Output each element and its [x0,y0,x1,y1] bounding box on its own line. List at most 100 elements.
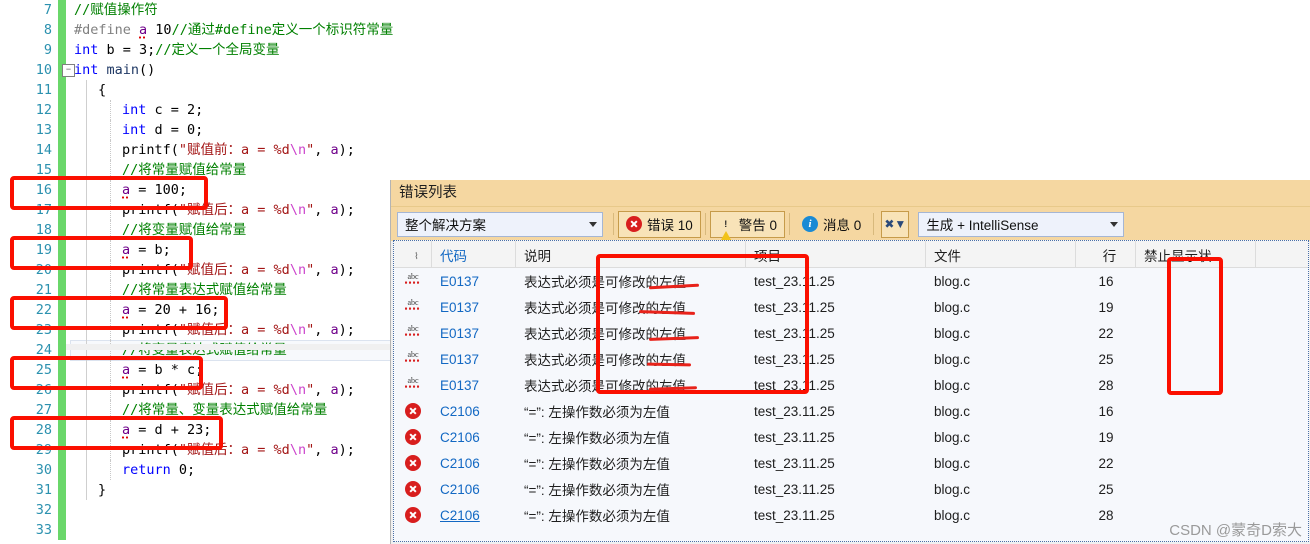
cell-code[interactable]: E0137 [432,300,516,315]
error-list-rows[interactable]: abc E0137 表达式必须是可修改的左值 test_23.11.25 blog.c 1… [394,268,1308,528]
cell-code[interactable]: E0137 [432,378,516,393]
code-line[interactable]: 13 int d = 0; [0,120,1310,140]
line-number: 10 [35,62,52,78]
cell-description: “=”: 左操作数必须为左值 [524,405,670,420]
code-line[interactable]: 15 //将常量赋值给常量 [0,160,1310,180]
column-header-code[interactable]: 代码 [432,241,516,267]
change-bar [58,280,66,300]
line-number: 13 [35,122,52,138]
change-bar [58,20,66,40]
line-number: 22 [35,302,52,318]
code-line-text: int d = 0; [122,120,203,140]
errors-filter-toggle[interactable]: 错误 10 [618,210,701,238]
cell-severity [394,507,432,523]
code-token: ); [338,202,355,218]
line-number: 20 [35,262,52,278]
cell-file: blog.c [934,299,971,315]
table-row[interactable]: abc E0137 表达式必须是可修改的左值 test_23.11.25 blog.c 1… [394,268,1308,294]
error-list-header-row[interactable]: ⌇ 代码 说明 项目 文件 行 禁止显示状 [394,241,1308,268]
table-row[interactable]: abc E0137 表达式必须是可修改的左值 test_23.11.25 blog.c 2… [394,320,1308,346]
cell-project: test_23.11.25 [754,429,835,445]
table-row[interactable]: abc E0137 表达式必须是可修改的左值 test_23.11.25 blog.c 2… [394,372,1308,398]
code-line-text: a = b * c; [122,360,203,380]
cell-severity [394,403,432,419]
indent-guide [110,100,112,120]
code-line-text: int main() [74,60,155,80]
column-header-label: 文件 [934,249,961,264]
table-row[interactable]: C2106 “=”: 左操作数必须为左值 test_23.11.25 blog.c 25 [394,476,1308,502]
change-bar [58,200,66,220]
intellisense-abc-icon: abc [402,272,424,290]
clear-filter-button[interactable]: ✖▼ [881,210,910,238]
cell-severity [394,481,432,497]
line-number: 33 [35,522,52,538]
code-line-text: printf("赋值后：a = %d\n", a); [122,440,355,460]
indent-guide [86,180,88,200]
code-token: a [330,442,339,458]
cell-file: blog.c [934,377,971,393]
indent-guide [86,420,88,440]
error-icon [405,403,421,419]
column-header-severity[interactable]: ⌇ [394,241,432,267]
cell-description: 表达式必须是可修改的左值 [524,301,686,316]
change-bar [58,0,66,20]
table-row[interactable]: C2106 “=”: 左操作数必须为左值 test_23.11.25 blog.c 22 [394,450,1308,476]
cell-code[interactable]: E0137 [432,352,516,367]
build-source-dropdown[interactable]: 生成 + IntelliSense [918,211,1125,237]
error-list-panel[interactable]: 错误列表 整个解决方案 错误 10 警告 0 消息 0 ✖▼ 生成 + Inte… [390,180,1310,544]
code-line[interactable]: 8 #define a 10//通过#define定义一个标识符常量 [0,20,1310,40]
code-token: " [306,202,315,218]
line-number: 24 [35,342,52,358]
error-list-table[interactable]: ⌇ 代码 说明 项目 文件 行 禁止显示状 abc E0137 表达式必须是可修改的左值 test… [393,240,1309,542]
code-token: " [306,382,315,398]
scope-dropdown[interactable]: 整个解决方案 [397,211,603,237]
code-line-text: a = 100; [122,180,187,200]
code-line-text: a = d + 23; [122,420,211,440]
code-token: printf( [122,382,179,398]
column-header-project[interactable]: 项目 [746,241,926,267]
code-line[interactable]: 10− int main() [0,60,1310,80]
code-token: = d + 23; [130,422,212,438]
cell-code[interactable]: E0137 [432,326,516,341]
table-row[interactable]: C2106 “=”: 左操作数必须为左值 test_23.11.25 blog.c 16 [394,398,1308,424]
error-list-toolbar[interactable]: 整个解决方案 错误 10 警告 0 消息 0 ✖▼ 生成 + IntelliSe… [391,207,1310,245]
code-token: int [74,62,99,78]
table-row[interactable]: C2106 “=”: 左操作数必须为左值 test_23.11.25 blog.c 19 [394,424,1308,450]
code-token: \n [289,262,307,278]
cell-project: test_23.11.25 [754,455,835,471]
cell-code[interactable]: E0137 [432,274,516,289]
cell-code[interactable]: C2106 [432,404,516,419]
code-line[interactable]: 11 { [0,80,1310,100]
cell-severity: abc [394,298,432,316]
code-line[interactable]: 7 //赋值操作符 [0,0,1310,20]
column-header-file[interactable]: 文件 [926,241,1076,267]
indent-guide [86,80,88,100]
change-bar [58,260,66,280]
column-header-description[interactable]: 说明 [516,241,746,267]
column-header-suppression[interactable]: 禁止显示状 [1136,241,1256,267]
cell-code[interactable]: C2106 [432,508,516,523]
code-line[interactable]: 9 int b = 3;//定义一个全局变量 [0,40,1310,60]
cell-line: 25 [1098,481,1114,497]
indent-guide [86,340,88,360]
code-line[interactable]: 14 printf("赋值前：a = %d\n", a); [0,140,1310,160]
indent-guide [86,100,88,120]
column-header-line[interactable]: 行 [1076,241,1136,267]
change-bar [58,320,66,340]
editor-horizontal-scrollbar[interactable] [66,344,396,350]
warnings-filter-toggle[interactable]: 警告 0 [709,210,786,245]
table-row[interactable]: abc E0137 表达式必须是可修改的左值 test_23.11.25 blog.c 1… [394,294,1308,320]
error-icon [405,481,421,497]
table-row[interactable]: abc E0137 表达式必须是可修改的左值 test_23.11.25 blog.c 2… [394,346,1308,372]
messages-filter-toggle[interactable]: 消息 0 [794,211,869,238]
cell-code[interactable]: C2106 [432,456,516,471]
cell-code[interactable]: C2106 [432,430,516,445]
code-token: return [122,462,171,478]
line-number: 9 [43,42,52,58]
indent-guide [86,240,88,260]
change-bar [58,80,66,100]
cell-severity: abc [394,350,432,368]
intellisense-abc-icon: abc [402,298,424,316]
code-line[interactable]: 12 int c = 2; [0,100,1310,120]
cell-code[interactable]: C2106 [432,482,516,497]
